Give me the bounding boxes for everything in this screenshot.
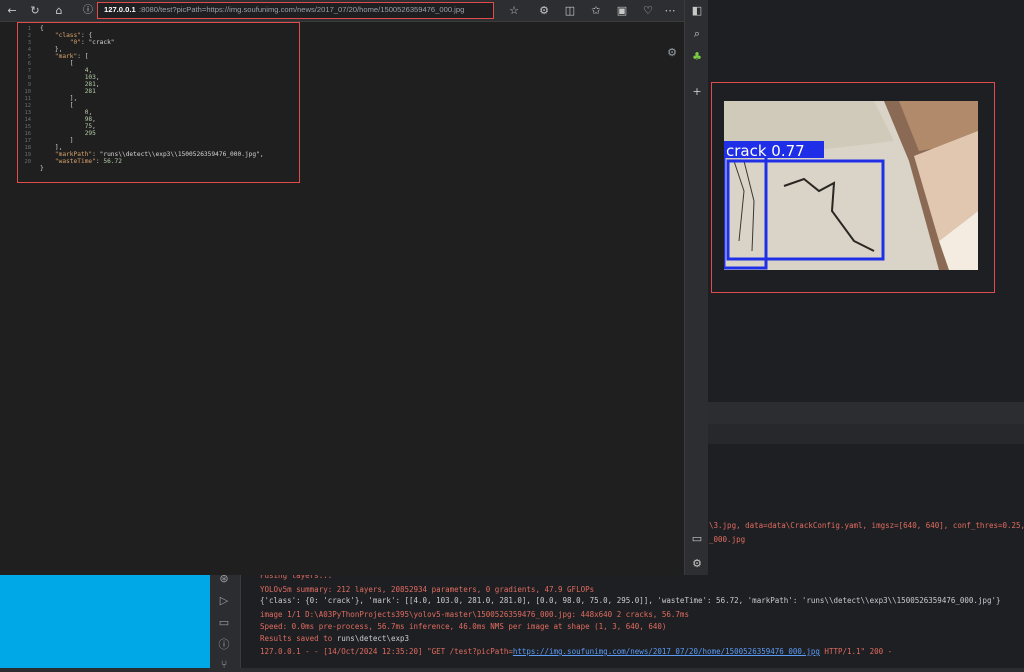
- search-icon[interactable]: ⌕: [689, 26, 705, 42]
- url-host: 127.0.0.1: [104, 5, 136, 14]
- ide-toolbar-strip: [708, 402, 1024, 425]
- line-number: 12: [24, 103, 32, 109]
- json-line: }: [40, 165, 44, 172]
- console-line: _000.jpg: [709, 535, 746, 544]
- console-text: Results saved to: [260, 634, 337, 643]
- more-icon[interactable]: ⋯: [662, 3, 678, 19]
- ide-tool-sidebar: ⊛ ▷ ▭ ⓘ ⑂: [210, 560, 241, 671]
- request-link[interactable]: https://img.soufunimg.com/news/2017_07/2…: [513, 647, 820, 656]
- console-text: 127.0.0.1 - - [14/Oct/2024 12:35:20] "GE…: [260, 647, 513, 656]
- star-icon[interactable]: ☆: [506, 3, 522, 19]
- favorites-icon[interactable]: ✩: [588, 3, 604, 19]
- gear-icon[interactable]: ⚙: [666, 47, 678, 59]
- split-screen-icon[interactable]: ◫: [562, 3, 578, 19]
- line-number: 7: [27, 68, 31, 74]
- line-number: 6: [27, 61, 31, 67]
- detection-label: crack 0.77: [726, 142, 805, 160]
- extensions-icon[interactable]: ⚙: [536, 3, 552, 19]
- git-icon[interactable]: ⑂: [217, 658, 231, 672]
- desktop-background: [0, 575, 210, 668]
- collections-icon[interactable]: ▣: [614, 3, 630, 19]
- url-path: :8080/test?picPath=https://img.soufunimg…: [139, 5, 465, 14]
- address-bar[interactable]: 127.0.0.1 :8080/test?picPath=https://img…: [97, 2, 494, 19]
- sidebar-toggle-icon[interactable]: ◧: [689, 3, 705, 19]
- json-line: "wasteTime": 56.72: [54, 158, 122, 165]
- detection-image: crack 0.77: [724, 101, 978, 270]
- tree-icon[interactable]: ♣: [689, 49, 705, 65]
- browser-window: ← ↻ ⌂ ⓘ 127.0.0.1 :8080/test?picPath=htt…: [0, 0, 708, 575]
- line-number: 19: [24, 152, 32, 158]
- line-number: 13: [24, 110, 32, 116]
- console-text: HTTP/1.1" 200 -: [819, 647, 893, 656]
- home-icon[interactable]: ⌂: [51, 3, 67, 19]
- run-icon[interactable]: ▷: [217, 594, 231, 608]
- back-icon[interactable]: ←: [4, 3, 20, 19]
- console-line: \3.jpg, data=data\CrackConfig.yaml, imgs…: [709, 521, 1024, 530]
- line-number: 1: [27, 26, 31, 32]
- console-path: runs\detect\exp3: [336, 634, 410, 643]
- console-line: Results saved to runs\detect\exp3: [260, 634, 409, 644]
- line-number: 8: [27, 75, 31, 81]
- line-number: 4: [27, 47, 31, 53]
- performance-icon[interactable]: ♡: [640, 3, 656, 19]
- line-number: 20: [24, 159, 32, 165]
- edge-sidebar: ◧ ⌕ ♣ + ▭ ⚙: [684, 0, 708, 575]
- refresh-icon[interactable]: ↻: [27, 3, 43, 19]
- ide-tab-strip: [708, 424, 1024, 444]
- line-number: 17: [24, 138, 32, 144]
- problems-icon[interactable]: ⓘ: [217, 638, 231, 652]
- screen-icon[interactable]: ▭: [689, 531, 705, 547]
- line-number: 18: [24, 145, 32, 151]
- line-number: 16: [24, 131, 32, 137]
- console-line: image 1/1 D:\A03PyThonProjects395\yolov5…: [260, 610, 689, 619]
- line-number: 10: [24, 89, 32, 95]
- console-line: YOLOv5m summary: 212 layers, 20852934 pa…: [260, 585, 595, 594]
- console-line: 127.0.0.1 - - [14/Oct/2024 12:35:20] "GE…: [260, 647, 892, 657]
- browser-toolbar: ← ↻ ⌂ ⓘ 127.0.0.1 :8080/test?picPath=htt…: [0, 0, 708, 22]
- json-viewer: 1 2 3 4 5 6 7 8 9 10 11 12 13 14 15 16 17 18 19 20 { "class…: [17, 22, 300, 183]
- info-icon[interactable]: ⓘ: [80, 3, 96, 19]
- line-number: 14: [24, 117, 32, 123]
- line-number: 5: [27, 54, 31, 60]
- line-number: 2: [27, 33, 31, 39]
- settings-icon[interactable]: ⚙: [689, 556, 705, 572]
- add-icon[interactable]: +: [689, 84, 705, 100]
- console-line: Speed: 0.0ms pre-process, 56.7ms inferen…: [260, 622, 667, 631]
- line-number: 3: [27, 40, 31, 46]
- terminal-icon[interactable]: ▭: [217, 616, 231, 630]
- console-line: {'class': {0: 'crack'}, 'mark': [[4.0, 1…: [260, 596, 1001, 605]
- line-number: 11: [24, 96, 32, 102]
- line-number: 9: [27, 82, 31, 88]
- line-number: 15: [24, 124, 32, 130]
